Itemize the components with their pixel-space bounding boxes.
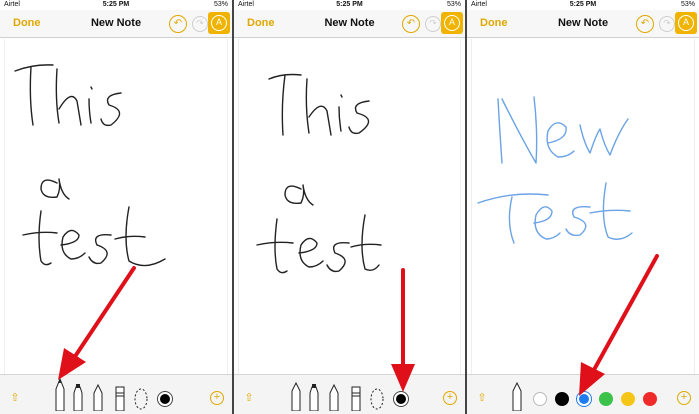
battery-label: 53% (213, 1, 228, 8)
pointer-arrow (58, 266, 136, 380)
status-bar: Airtel 5:25 PM 53% (234, 0, 465, 10)
lasso-tool[interactable] (370, 387, 384, 411)
undo-icon[interactable]: ↶ (402, 15, 420, 33)
redo-icon[interactable]: ↷ (659, 16, 675, 32)
share-icon[interactable]: ⇧ (8, 391, 22, 405)
white-color-swatch[interactable] (533, 392, 547, 406)
pointer-arrow (579, 254, 659, 396)
share-icon[interactable]: ⇧ (242, 391, 256, 405)
status-bar: Airtel 5:25 PM 53% (0, 0, 232, 10)
pencil-tool[interactable] (328, 383, 340, 411)
note-screen-1: Airtel 5:25 PM 53% Done New Note ↶ ↷ A ⇧… (0, 0, 232, 414)
markup-button[interactable]: A (675, 12, 697, 34)
handwriting-this-a-test (256, 73, 382, 274)
pointer-arrow (391, 268, 415, 392)
clock-label: 5:25 PM (336, 1, 363, 8)
eraser-tool[interactable] (350, 385, 362, 411)
navigation-bar: Done New Note ↶ ↷ A (467, 10, 699, 38)
add-icon[interactable]: + (443, 391, 457, 405)
pencil-tool[interactable] (92, 383, 104, 411)
navigation-bar: Done New Note ↶ ↷ A (0, 10, 232, 38)
undo-icon[interactable]: ↶ (169, 15, 187, 33)
pen-tool[interactable] (511, 381, 523, 411)
black-color-swatch[interactable] (158, 392, 172, 406)
pen-tip-icon: A (678, 15, 694, 31)
clock-label: 5:25 PM (569, 1, 597, 8)
add-icon[interactable]: + (677, 391, 691, 405)
battery-label: 53% (446, 1, 461, 8)
add-icon[interactable]: + (210, 391, 224, 405)
navigation-bar: Done New Note ↶ ↷ A (234, 10, 465, 38)
undo-icon[interactable]: ↶ (636, 15, 654, 33)
drawing-canvas[interactable] (238, 39, 461, 374)
pen-tip-icon: A (211, 15, 227, 31)
pen-tip-icon: A (444, 15, 460, 31)
clock-label: 5:25 PM (102, 1, 130, 8)
share-icon[interactable]: ⇧ (475, 391, 489, 405)
marker-tool[interactable] (72, 383, 84, 411)
pen-tool[interactable] (54, 377, 66, 411)
drawing-toolbar: ⇧ + (234, 374, 465, 414)
pen-tool[interactable] (290, 381, 302, 411)
note-screen-2: Airtel 5:25 PM 53% Done New Note ↶ ↷ A ⇧… (234, 0, 465, 414)
note-screen-3: Airtel 5:25 PM 53% Done New Note ↶ ↷ A ⇧… (467, 0, 699, 414)
markup-button[interactable]: A (441, 12, 463, 34)
markup-button[interactable]: A (208, 12, 230, 34)
status-bar: Airtel 5:25 PM 53% (467, 0, 699, 10)
redo-icon[interactable]: ↷ (192, 16, 208, 32)
lasso-tool[interactable] (134, 387, 148, 411)
marker-tool[interactable] (308, 383, 320, 411)
battery-label: 53% (680, 1, 695, 8)
redo-icon[interactable]: ↷ (425, 16, 441, 32)
eraser-tool[interactable] (114, 385, 126, 411)
